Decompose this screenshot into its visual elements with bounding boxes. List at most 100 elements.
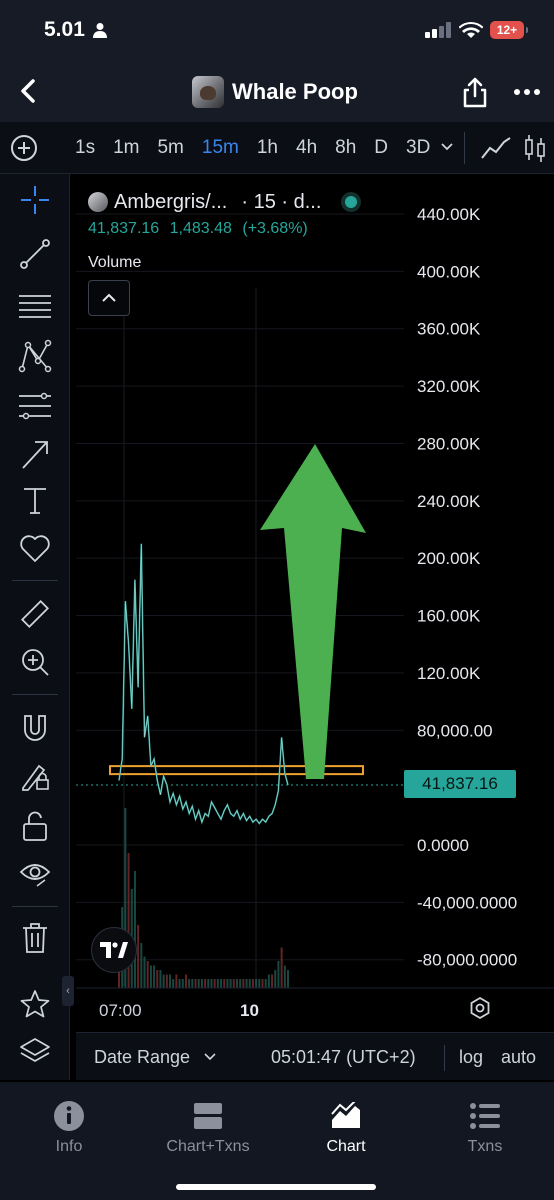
back-chevron-icon[interactable] [14, 76, 44, 106]
line-chart-type-icon[interactable] [480, 134, 512, 162]
chart-area[interactable]: 440.00K 400.00K 360.00K 320.00K 280.00K 240.0… [76, 178, 554, 1030]
tool-divider [12, 694, 58, 695]
more-dots-icon[interactable] [512, 78, 542, 106]
axis-settings-icon[interactable] [468, 996, 492, 1020]
volume-bar [191, 979, 194, 988]
signal-icon [425, 22, 451, 38]
y-tick-label: 200.00K [417, 549, 481, 568]
chevron-down-icon[interactable] [204, 1053, 216, 1061]
tab-info[interactable]: Info [9, 1100, 129, 1156]
interval-1s[interactable]: 1s [75, 137, 95, 159]
interval-1m[interactable]: 1m [113, 137, 139, 159]
wifi-icon [459, 21, 483, 38]
volume-bar [172, 979, 175, 988]
volume-bar [140, 943, 143, 988]
text-icon[interactable] [17, 482, 53, 518]
legend-interval: · 15 · d... [241, 190, 322, 213]
header: Whale Poop [0, 60, 554, 122]
interval-8h[interactable]: 8h [335, 137, 356, 159]
horizontal-lines-icon[interactable] [17, 288, 53, 324]
collapse-legend-button[interactable] [88, 280, 130, 316]
eye-icon[interactable] [17, 856, 53, 892]
volume-bar [267, 974, 270, 988]
unlock-icon[interactable] [17, 808, 53, 844]
trend-line-icon[interactable] [17, 236, 53, 272]
volume-bar [204, 979, 207, 988]
interval-5m[interactable]: 5m [157, 137, 183, 159]
tab-chart-txns[interactable]: Chart+Txns [148, 1100, 268, 1156]
x-tick-label: 07:00 [99, 1001, 142, 1020]
auto-scale-toggle[interactable]: auto [501, 1047, 536, 1068]
arrow-brush-icon[interactable] [17, 436, 53, 472]
chart-bottom-bar: Date Range 05:01:47 (UTC+2) log auto [76, 1032, 554, 1080]
status-bar: 5.01 12+ [0, 0, 554, 60]
y-tick-label: 0.0000 [417, 836, 469, 855]
legend-change: 1,483.48 [169, 220, 232, 237]
timezone-clock[interactable]: 05:01:47 (UTC+2) [271, 1047, 416, 1068]
fib-retracement-icon[interactable] [17, 388, 53, 424]
volume-bar [143, 956, 146, 988]
volume-bar [232, 979, 235, 988]
price-chart[interactable]: 440.00K 400.00K 360.00K 320.00K 280.00K 240.0… [76, 178, 554, 1030]
volume-bar [213, 979, 216, 988]
volume-bar [261, 979, 264, 988]
symbol-avatar [88, 192, 108, 212]
chevron-down-icon[interactable] [440, 142, 454, 152]
page-title: Whale Poop [232, 79, 358, 104]
status-time: 5.01 [44, 18, 85, 41]
chart-icon [331, 1102, 360, 1128]
volume-bar [162, 974, 165, 988]
volume-bar [239, 979, 242, 988]
volume-bar [271, 974, 274, 988]
heart-icon[interactable] [17, 530, 53, 566]
volume-bar [255, 979, 258, 988]
star-icon[interactable] [17, 986, 53, 1022]
interval-D[interactable]: D [374, 137, 388, 159]
collapse-toolbar-tab[interactable]: ‹ [62, 976, 74, 1006]
volume-bar [280, 947, 283, 988]
green-up-arrow [260, 444, 366, 779]
date-range-button[interactable]: Date Range [94, 1047, 190, 1068]
interval-15m[interactable]: 15m [202, 137, 239, 159]
volume-bar [229, 979, 232, 988]
info-icon [54, 1101, 84, 1131]
volume-bar [287, 970, 289, 988]
lock-drawing-icon[interactable] [17, 758, 53, 794]
pattern-icon[interactable] [17, 338, 53, 374]
y-tick-label: -40,000.0000 [417, 893, 517, 912]
interval-4h[interactable]: 4h [296, 137, 317, 159]
volume-bar [133, 871, 136, 988]
zoom-in-icon[interactable] [17, 644, 53, 680]
interval-1h[interactable]: 1h [257, 137, 278, 159]
tab-chart[interactable]: Chart [286, 1100, 406, 1156]
volume-bar [149, 965, 152, 988]
candlestick-type-icon[interactable] [523, 132, 547, 164]
title-wrap: Whale Poop [192, 76, 358, 108]
volume-bar [216, 979, 219, 988]
layers-icon[interactable] [17, 1034, 53, 1070]
trash-icon[interactable] [17, 920, 53, 956]
tab-txns[interactable]: Txns [425, 1100, 545, 1156]
y-tick-label: 320.00K [417, 377, 481, 396]
volume-bar [159, 970, 162, 988]
volume-bar [188, 979, 191, 988]
volume-bar [175, 974, 178, 988]
chart-txns-icon [194, 1103, 222, 1129]
magnet-icon[interactable] [17, 710, 53, 746]
log-scale-toggle[interactable]: log [459, 1047, 483, 1068]
ruler-icon[interactable] [17, 596, 53, 632]
price-line [118, 543, 289, 825]
legend-change-pct: (+3.68%) [242, 220, 308, 237]
crosshair-icon[interactable] [17, 182, 53, 218]
volume-bar [223, 979, 226, 988]
add-indicator-icon[interactable] [10, 134, 38, 162]
volume-bar [264, 979, 267, 988]
home-indicator [176, 1184, 376, 1190]
legend-symbol[interactable]: Ambergris/... [114, 191, 227, 214]
y-tick-label: 280.00K [417, 434, 481, 453]
tradingview-logo[interactable] [91, 927, 137, 973]
share-icon[interactable] [460, 76, 490, 108]
volume-bar [210, 979, 213, 988]
interval-3D[interactable]: 3D [406, 137, 430, 159]
y-tick-label: 360.00K [417, 320, 481, 339]
